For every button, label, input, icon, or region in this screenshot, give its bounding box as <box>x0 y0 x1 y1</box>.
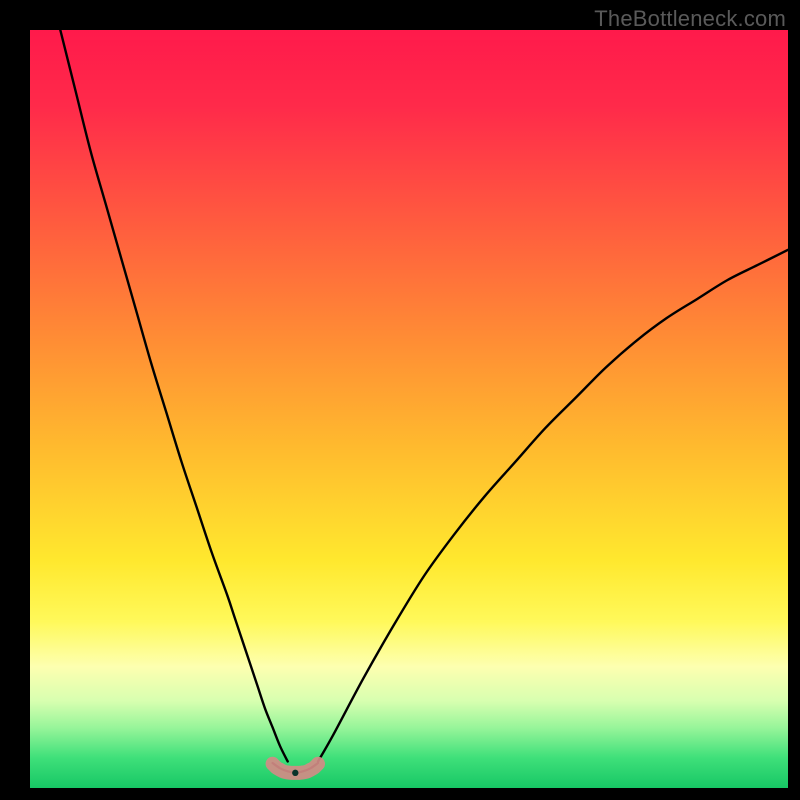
plot-background <box>30 30 788 788</box>
watermark-source: TheBottleneck.com <box>594 6 786 32</box>
minimum-marker <box>292 770 298 776</box>
bottleneck-chart <box>0 0 800 800</box>
